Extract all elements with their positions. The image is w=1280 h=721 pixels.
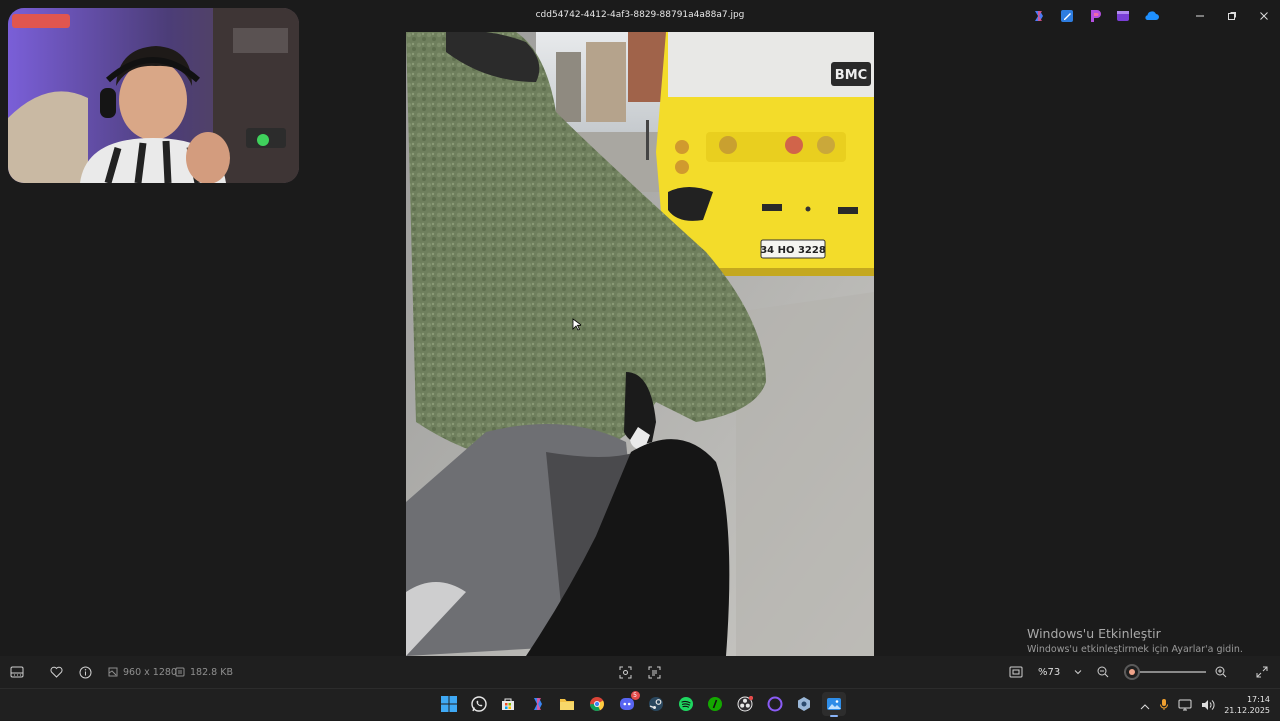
chrome-icon (589, 697, 604, 711)
webcam-image (8, 8, 299, 183)
viewer-toolbar: 960 x 1280 182.8 KB %73 (0, 656, 1280, 688)
photo-canvas: BMC 34 HO 3228 (406, 32, 874, 656)
file-explorer-icon (560, 699, 575, 710)
dimensions-text: 960 x 1280 (123, 666, 177, 678)
file-size: 182.8 KB (175, 656, 233, 688)
taskbar-obs[interactable] (733, 692, 757, 716)
mouse-cursor-icon (572, 318, 581, 331)
clock[interactable]: 17:14 21.12.2025 (1224, 694, 1270, 716)
visual-search-button[interactable] (619, 656, 632, 688)
microsoft-store-icon (502, 698, 515, 710)
zoom-in-icon (1215, 666, 1227, 678)
obs-icon (737, 696, 753, 712)
window-controls (1184, 0, 1280, 32)
close-icon (1260, 12, 1268, 20)
start-menu-icon (441, 696, 457, 712)
activation-title: Windows'u Etkinleştir (1027, 626, 1161, 641)
filmstrip-icon (10, 666, 24, 678)
restore-icon (1228, 12, 1236, 20)
microphone-button[interactable] (1159, 696, 1169, 715)
filmstrip-button[interactable] (10, 656, 24, 688)
actual-size-button[interactable] (1009, 656, 1023, 688)
file-size-icon (175, 667, 185, 677)
fullscreen-icon (1256, 666, 1268, 678)
zoom-level-value: %73 (1038, 666, 1061, 678)
minimize-button[interactable] (1184, 0, 1216, 32)
zoom-slider-thumb[interactable] (1126, 666, 1138, 678)
taskbar-photos[interactable] (821, 692, 846, 717)
system-tray: 17:14 21.12.2025 (1140, 689, 1270, 721)
info-icon (79, 666, 92, 678)
fit-to-window-icon (1009, 666, 1023, 678)
minimize-icon (1196, 15, 1204, 17)
close-button[interactable] (1248, 0, 1280, 32)
onedrive-icon[interactable] (1142, 8, 1160, 24)
taskbar-apps: 5 (437, 691, 846, 717)
clock-time: 17:14 (1246, 695, 1270, 704)
copilot-icon[interactable] (1030, 8, 1048, 24)
zoom-level-dropdown[interactable]: %73 (1030, 660, 1090, 684)
zoom-in-button[interactable] (1215, 656, 1227, 688)
activation-subtitle: Windows'u etkinleştirmek için Ayarlar'a … (1027, 644, 1243, 655)
taskbar-store[interactable] (496, 692, 520, 716)
clipchamp-icon[interactable] (1114, 8, 1132, 24)
network-button[interactable] (1178, 696, 1192, 715)
taskbar-settings[interactable] (792, 692, 816, 716)
edit-image-icon[interactable] (1058, 8, 1076, 24)
taskbar-chrome[interactable] (585, 692, 609, 716)
taskbar-file-explorer[interactable] (555, 692, 579, 716)
heart-icon (50, 666, 63, 678)
discord-badge: 5 (630, 691, 640, 700)
favorite-button[interactable] (50, 656, 63, 688)
fullscreen-button[interactable] (1256, 656, 1268, 688)
network-icon (1178, 699, 1192, 710)
recording-badge (12, 14, 70, 28)
zoom-out-icon (1097, 666, 1109, 678)
scan-text-button[interactable] (648, 656, 661, 688)
taskbar-spotify[interactable] (674, 692, 698, 716)
upwork-icon (708, 697, 723, 711)
zoom-out-button[interactable] (1097, 656, 1109, 688)
file-info-button[interactable] (79, 656, 92, 688)
volume-button[interactable] (1201, 696, 1215, 715)
taskbar-copilot[interactable] (526, 692, 550, 716)
taskbar-upwork[interactable] (703, 692, 727, 716)
settings-app-icon (798, 697, 811, 711)
start-button[interactable] (437, 692, 461, 716)
bus-logo-text: BMC (835, 68, 867, 83)
license-plate-text: 34 HO 3228 (760, 245, 826, 256)
clock-date: 21.12.2025 (1224, 706, 1270, 715)
webcam-overlay (8, 8, 299, 183)
file-size-text: 182.8 KB (190, 666, 233, 678)
spotify-icon (678, 697, 693, 711)
show-hidden-icons-button[interactable] (1140, 696, 1150, 715)
taskbar-discord[interactable]: 5 (615, 691, 640, 716)
steam-icon (649, 697, 664, 711)
title-bar-app-icons (1030, 8, 1160, 24)
proton-icon (767, 696, 783, 712)
activation-watermark: Windows'u Etkinleştir Windows'u etkinleş… (1027, 626, 1243, 655)
maximize-button[interactable] (1216, 0, 1248, 32)
scan-text-icon (648, 666, 661, 678)
image-dimensions: 960 x 1280 (108, 656, 177, 688)
volume-icon (1202, 699, 1215, 710)
visual-search-icon (619, 666, 632, 678)
taskbar-proton[interactable] (763, 692, 787, 716)
chevron-down-icon (1074, 670, 1082, 675)
chevron-up-icon (1140, 703, 1150, 709)
copilot-icon (533, 698, 542, 710)
taskbar-whatsapp[interactable] (467, 692, 491, 716)
taskbar-steam[interactable] (644, 692, 668, 716)
photo-image: BMC 34 HO 3228 (406, 32, 874, 656)
designer-icon[interactable] (1086, 8, 1104, 24)
taskbar: 5 17:14 21.12.2025 (0, 688, 1280, 720)
zoom-slider[interactable] (1124, 666, 1206, 678)
microphone-icon (1160, 698, 1169, 710)
dimensions-icon (108, 667, 118, 677)
whatsapp-icon (470, 696, 487, 712)
photos-icon (826, 698, 841, 710)
